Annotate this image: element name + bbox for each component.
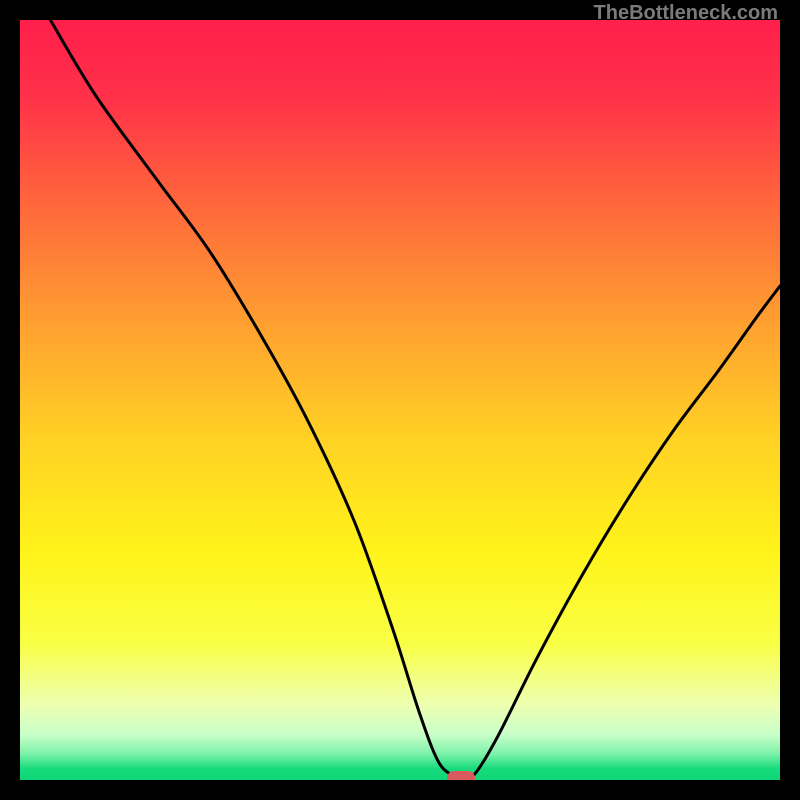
curve-layer	[20, 20, 780, 780]
plot-area	[20, 20, 780, 780]
bottleneck-curve	[50, 20, 780, 778]
minimum-marker	[447, 771, 475, 780]
watermark-text: TheBottleneck.com	[594, 2, 778, 25]
chart-frame: TheBottleneck.com	[0, 0, 800, 800]
